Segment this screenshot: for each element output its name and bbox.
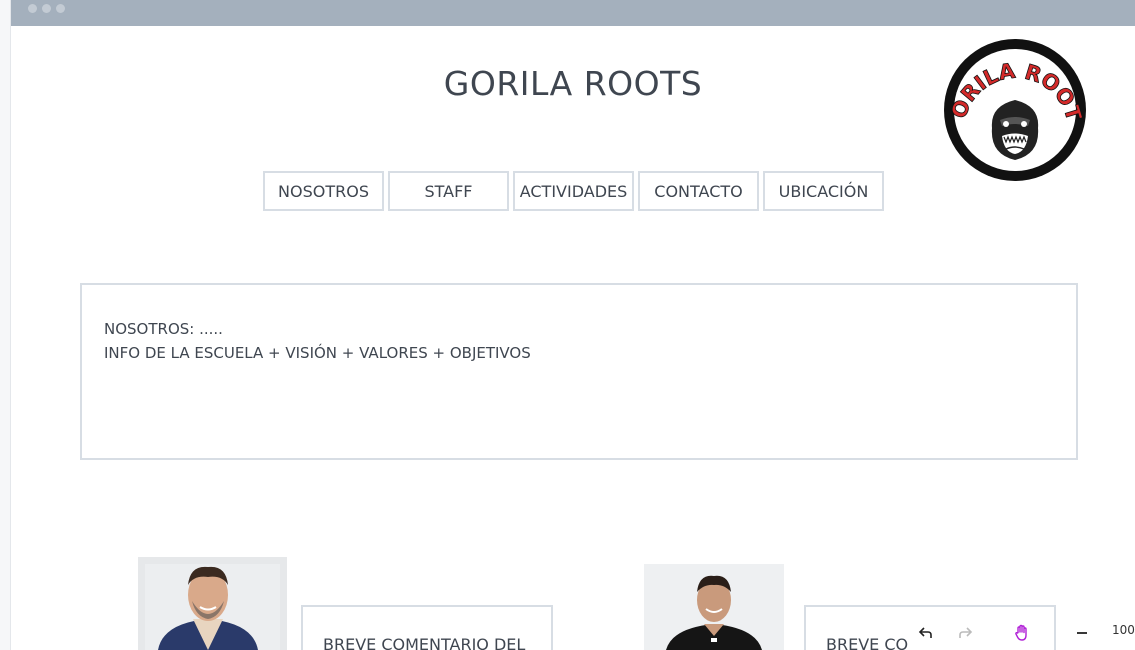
gorila-roots-logo: GORILA ROOTS — [931, 17, 1090, 184]
redo-button[interactable] — [952, 620, 978, 646]
nav-ubicacion-button[interactable]: UBICACIÓN — [763, 171, 884, 211]
editor-toolbar: 100 — [897, 610, 1135, 650]
nav-nosotros-button[interactable]: NOSOTROS — [263, 171, 384, 211]
staff-comment-box: BREVE COMENTARIO DEL — [301, 605, 553, 650]
staff-photo — [138, 557, 287, 650]
window-dot — [56, 4, 65, 13]
zoom-level: 100 — [1112, 623, 1135, 637]
window-titlebar — [11, 0, 1135, 26]
undo-icon — [918, 627, 932, 638]
nav-contacto-button[interactable]: CONTACTO — [638, 171, 759, 211]
hand-tool-button[interactable] — [1009, 620, 1035, 646]
nav-actividades-button[interactable]: ACTIVIDADES — [513, 171, 634, 211]
minus-icon — [1077, 632, 1087, 634]
nav-staff-button[interactable]: STAFF — [388, 171, 509, 211]
window-dot — [42, 4, 51, 13]
about-title: NOSOTROS: ..... — [104, 320, 223, 338]
canvas-ruler — [0, 0, 11, 650]
redo-icon — [959, 627, 973, 638]
window-dot — [28, 4, 37, 13]
staff-photo — [644, 564, 784, 650]
zoom-out-button[interactable] — [1069, 620, 1095, 646]
about-section: NOSOTROS: ..... INFO DE LA ESCUELA + VIS… — [80, 283, 1078, 460]
prototype-frame: GORILA ROOTS GORILA ROOTS NOSOTROS STAFF… — [11, 0, 1135, 650]
undo-button[interactable] — [913, 620, 939, 646]
hand-icon — [1015, 624, 1027, 641]
about-description: INFO DE LA ESCUELA + VISIÓN + VALORES + … — [104, 344, 531, 362]
